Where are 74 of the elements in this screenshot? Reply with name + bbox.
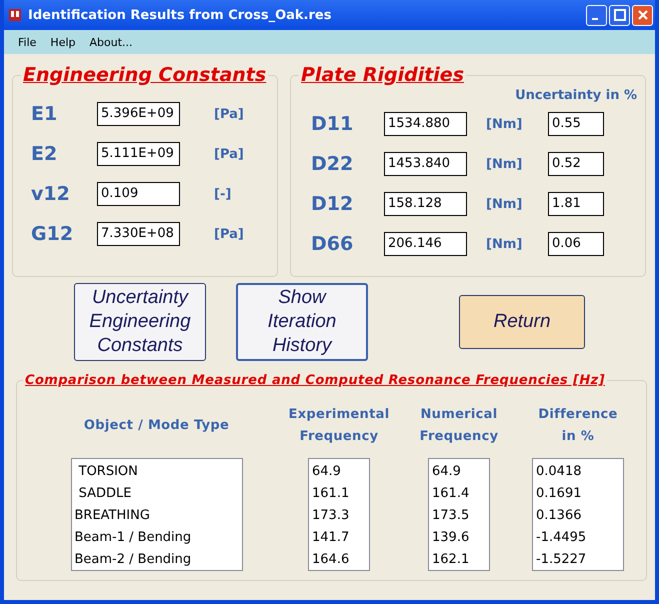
- value-field[interactable]: 1453.840: [384, 152, 467, 176]
- panel-title: Engineering Constants: [22, 63, 268, 88]
- value-field[interactable]: 1534.880: [384, 112, 467, 136]
- unit-label: [Nm]: [486, 196, 524, 212]
- maximize-icon: [614, 9, 626, 21]
- value-field[interactable]: 7.330E+08: [97, 222, 180, 246]
- close-icon: [636, 9, 648, 21]
- list-item: -1.4495: [536, 529, 586, 547]
- window-title: Identification Results from Cross_Oak.res: [28, 8, 332, 22]
- list-box[interactable]: 64.9 161.4 173.5 139.6 162.1: [428, 458, 490, 571]
- close-button[interactable]: [632, 4, 653, 26]
- column-header: Experimental Frequency: [288, 406, 390, 446]
- value-field[interactable]: 206.146: [384, 232, 467, 256]
- value-field[interactable]: 0.109: [97, 182, 180, 206]
- uncertainty-field[interactable]: 1.81: [548, 192, 604, 216]
- unit-label: [Nm]: [486, 156, 524, 172]
- constant-label: E2: [31, 143, 58, 165]
- list-item: 64.9: [312, 463, 341, 481]
- list-item: 0.1691: [536, 485, 582, 503]
- action-button[interactable]: Show Iteration History: [236, 283, 368, 361]
- list-item: 162.1: [432, 551, 470, 569]
- list-item: Beam-2 / Bending: [74, 551, 192, 569]
- list-item: 173.3: [312, 507, 350, 525]
- menu-item[interactable]: About...: [86, 36, 143, 48]
- list-item: 164.6: [312, 551, 350, 569]
- list-item: SADDLE: [78, 485, 132, 503]
- list-item: TORSION: [78, 463, 138, 481]
- minimize-icon: [592, 18, 598, 20]
- list-item: Beam-1 / Bending: [74, 529, 192, 547]
- app-icon: [8, 8, 22, 22]
- column-header: Difference in %: [538, 406, 618, 446]
- list-item: 0.1366: [536, 507, 582, 525]
- maximize-button[interactable]: [609, 4, 630, 26]
- minimize-button[interactable]: [586, 4, 607, 26]
- list-item: 64.9: [432, 463, 461, 481]
- list-item: 161.1: [312, 485, 350, 503]
- panel-title: Comparison between Measured and Computed Resonance Frequencies [Hz]: [24, 373, 606, 388]
- list-item: 173.5: [432, 507, 470, 525]
- action-button[interactable]: Uncertainty Engineering Constants: [74, 283, 206, 361]
- list-item: 141.7: [312, 529, 350, 547]
- uncertainty-field[interactable]: 0.52: [548, 152, 604, 176]
- constant-label: G12: [31, 223, 74, 245]
- list-item: 161.4: [432, 485, 470, 503]
- list-item: -1.5227: [536, 551, 586, 569]
- list-item: 0.0418: [536, 463, 582, 481]
- column-header: Object / Mode Type: [84, 417, 230, 435]
- unit-label: [Pa]: [214, 106, 244, 122]
- uncertainty-field[interactable]: 0.55: [548, 112, 604, 136]
- menu-item[interactable]: File: [14, 36, 46, 48]
- list-box[interactable]: TORSION SADDLE BREATHING Beam-1 / Bending Beam-2 / Bending: [70, 458, 242, 571]
- list-box[interactable]: 0.0418 0.1691 0.1366 -1.4495 -1.5227: [532, 458, 624, 571]
- list-item: BREATHING: [74, 507, 150, 525]
- menu-item[interactable]: Help: [46, 36, 86, 48]
- rigidity-label: D11: [311, 113, 354, 135]
- column-header: Numerical Frequency: [420, 406, 498, 446]
- rigidity-label: D66: [311, 233, 354, 255]
- rigidity-label: D12: [311, 193, 354, 215]
- rigidity-label: D22: [311, 153, 354, 175]
- value-field[interactable]: 5.396E+09: [97, 102, 180, 126]
- unit-label: [-]: [214, 186, 232, 202]
- value-field[interactable]: 158.128: [384, 192, 467, 216]
- constant-label: v12: [31, 183, 71, 205]
- constant-label: E1: [31, 103, 58, 125]
- uncertainty-field[interactable]: 0.06: [548, 232, 604, 256]
- unit-label: [Pa]: [214, 146, 244, 162]
- list-item: 139.6: [432, 529, 470, 547]
- uncertainty-header: Uncertainty in %: [515, 88, 637, 104]
- return-button[interactable]: Return: [459, 295, 585, 349]
- unit-label: [Nm]: [486, 116, 524, 132]
- panel-title: Plate Rigidities: [300, 63, 466, 88]
- unit-label: [Pa]: [214, 226, 244, 242]
- list-box[interactable]: 64.9 161.1 173.3 141.7 164.6: [308, 458, 370, 571]
- value-field[interactable]: 5.111E+09: [97, 142, 180, 166]
- unit-label: [Nm]: [486, 236, 524, 252]
